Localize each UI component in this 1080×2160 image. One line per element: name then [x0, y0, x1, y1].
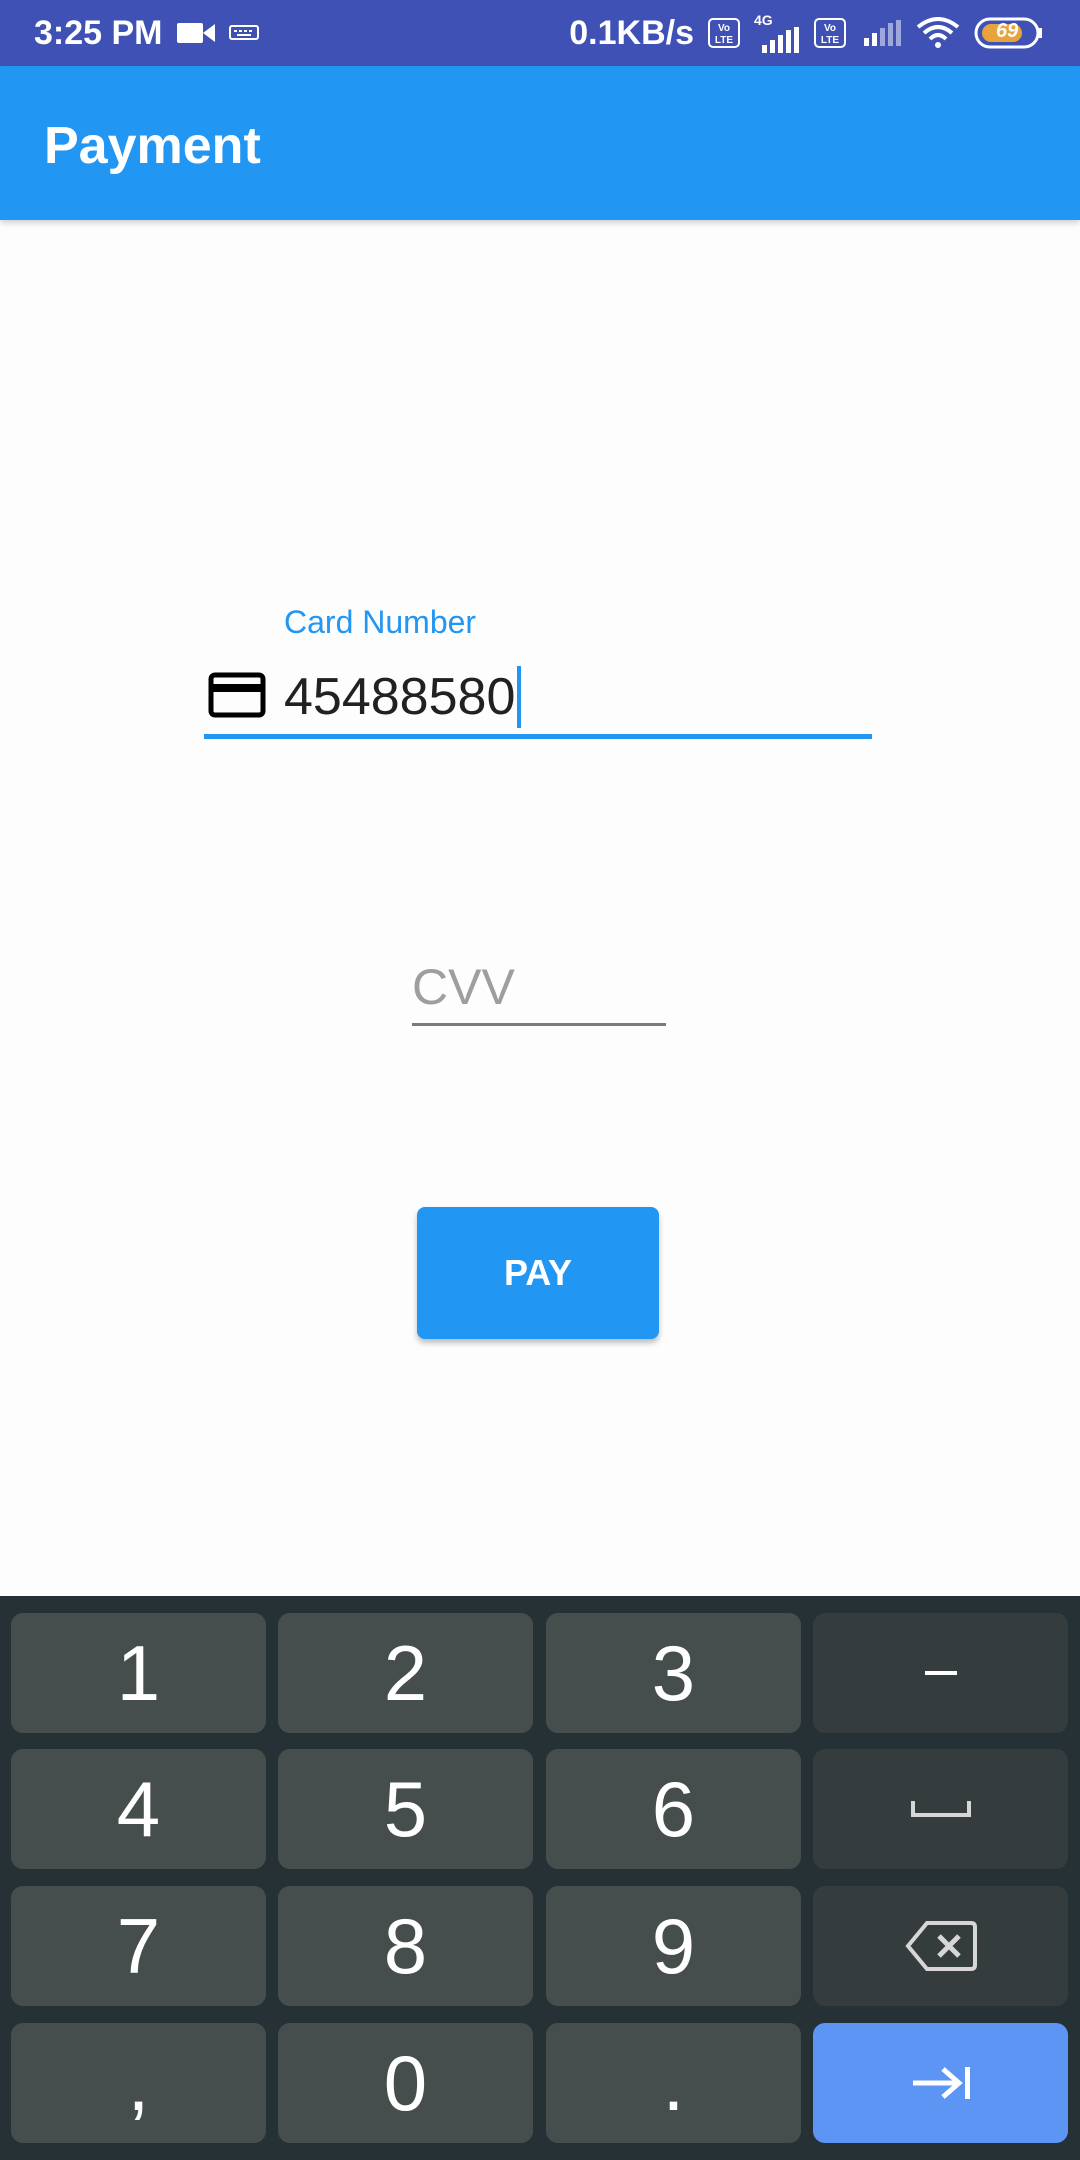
key-backspace[interactable] [813, 1886, 1068, 2006]
keyboard-icon [228, 24, 259, 42]
screen: 3:25 PM 0.1KB/s Vo LTE 4G Vo LTE 69 Paym… [0, 0, 1080, 2160]
space-icon [910, 1801, 971, 1817]
volte-icon-2: Vo LTE [814, 18, 846, 48]
app-bar: Payment [0, 66, 1080, 220]
tab-next-icon [912, 2067, 970, 2099]
signal-icon-2 [860, 20, 902, 46]
svg-text:Vo: Vo [718, 23, 730, 34]
key-3[interactable]: 3 [546, 1613, 801, 1733]
svg-text:Vo: Vo [824, 23, 836, 34]
key-6[interactable]: 6 [546, 1749, 801, 1869]
video-icon [176, 21, 215, 45]
card-number-underline [204, 734, 872, 739]
key-next[interactable] [813, 2023, 1068, 2143]
key-9[interactable]: 9 [546, 1886, 801, 2006]
status-bar-left: 3:25 PM [34, 14, 259, 53]
volte-icon: Vo LTE [708, 18, 740, 48]
net-speed: 0.1KB/s [569, 13, 694, 52]
key-2[interactable]: 2 [278, 1613, 533, 1733]
numeric-keyboard: 1 2 3 4 5 6 7 8 9 , 0 . [0, 1596, 1080, 2160]
status-time: 3:25 PM [34, 13, 163, 52]
status-bar: 3:25 PM 0.1KB/s Vo LTE 4G Vo LTE 69 [0, 0, 1080, 66]
key-4[interactable]: 4 [11, 1749, 266, 1869]
key-8[interactable]: 8 [278, 1886, 533, 2006]
credit-card-icon [208, 672, 266, 718]
cvv-input[interactable] [412, 950, 666, 1026]
card-number-label: Card Number [284, 604, 477, 640]
key-1[interactable]: 1 [11, 1613, 266, 1733]
svg-text:LTE: LTE [821, 35, 839, 46]
card-number-text: 45488580 [284, 668, 516, 726]
network-type: 4G [754, 12, 773, 28]
key-7[interactable]: 7 [11, 1886, 266, 2006]
card-number-input[interactable]: 45488580 [284, 666, 522, 728]
page-title: Payment [44, 117, 261, 175]
backspace-icon [904, 1921, 977, 1971]
key-period[interactable]: . [546, 2023, 801, 2143]
key-0[interactable]: 0 [278, 2023, 533, 2143]
key-5[interactable]: 5 [278, 1749, 533, 1869]
svg-text:LTE: LTE [715, 35, 733, 46]
status-bar-right: 0.1KB/s Vo LTE 4G Vo LTE 69 [569, 13, 1044, 53]
battery-icon: 69 [974, 16, 1044, 50]
wifi-icon [916, 17, 960, 49]
key-minus[interactable] [813, 1613, 1068, 1733]
minus-icon [924, 1671, 957, 1675]
key-space[interactable] [813, 1749, 1068, 1869]
pay-button[interactable]: PAY [417, 1207, 659, 1339]
signal-icon: 4G [754, 13, 800, 53]
text-cursor [517, 666, 522, 728]
key-comma[interactable]: , [11, 2023, 266, 2143]
battery-level: 69 [996, 20, 1019, 42]
